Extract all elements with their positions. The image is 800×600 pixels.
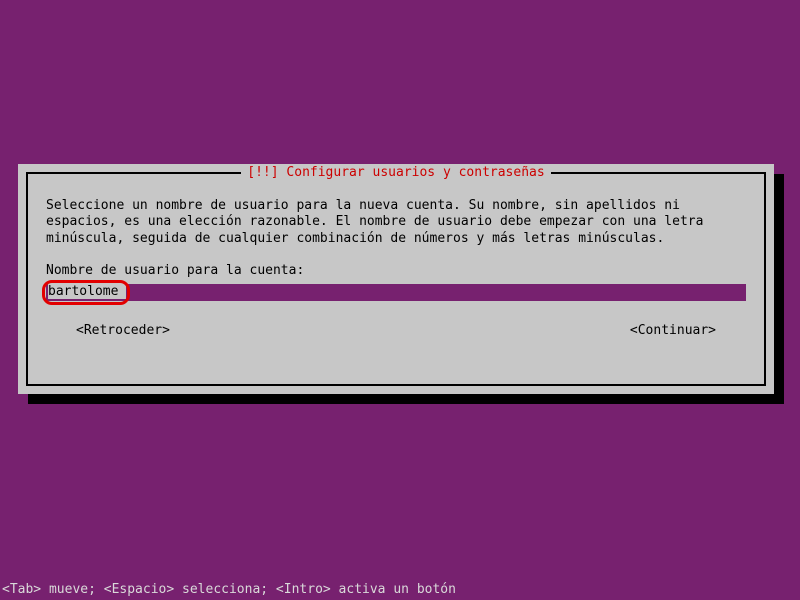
username-input-value: bartolome	[48, 284, 118, 299]
dialog-title: [!!] Configurar usuarios y contraseñas	[241, 165, 550, 180]
button-row: <Retroceder> <Continuar>	[46, 323, 746, 338]
status-bar: <Tab> mueve; <Espacio> selecciona; <Intr…	[0, 582, 458, 597]
dialog: [!!] Configurar usuarios y contraseñas S…	[18, 164, 774, 394]
title-wrap: [!!] Configurar usuarios y contraseñas	[28, 165, 764, 180]
back-button[interactable]: <Retroceder>	[76, 323, 170, 338]
input-prompt: Nombre de usuario para la cuenta:	[46, 263, 746, 278]
dialog-inner: [!!] Configurar usuarios y contraseñas S…	[26, 172, 766, 386]
text-cursor	[118, 284, 126, 299]
username-input[interactable]: bartolome	[46, 284, 746, 301]
continue-button[interactable]: <Continuar>	[630, 323, 716, 338]
dialog-body-text: Seleccione un nombre de usuario para la …	[46, 198, 746, 247]
